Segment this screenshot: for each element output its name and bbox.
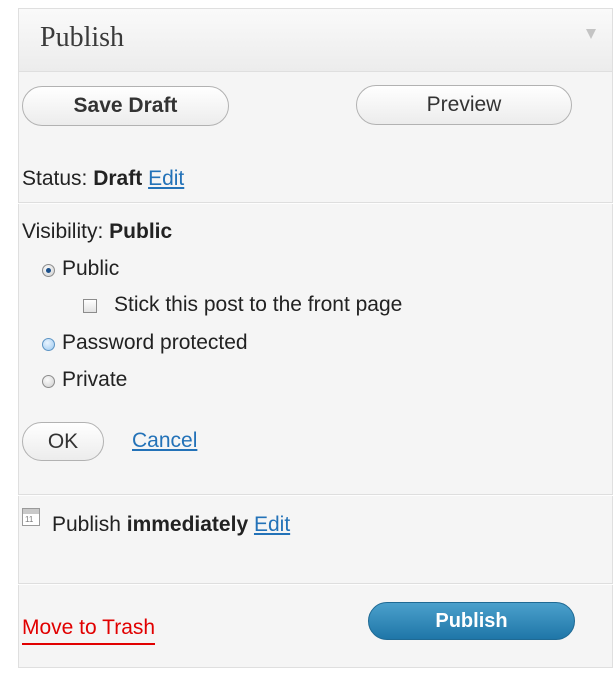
visibility-value: Public — [109, 220, 173, 243]
save-draft-button[interactable]: Save Draft — [22, 86, 229, 126]
radio-private-label: Private — [62, 368, 128, 391]
divider-highlight — [18, 495, 613, 496]
divider-highlight — [18, 584, 613, 585]
sticky-checkbox[interactable] — [83, 299, 97, 313]
visibility-cancel-link[interactable]: Cancel — [132, 429, 197, 453]
radio-public[interactable] — [42, 264, 55, 277]
visibility-ok-button[interactable]: OK — [22, 422, 104, 461]
publish-button[interactable]: Publish — [368, 602, 575, 640]
status-label: Status: — [22, 167, 88, 190]
publish-box-title: Publish — [40, 22, 125, 53]
radio-public-label: Public — [62, 257, 120, 280]
calendar-icon: 11 — [22, 508, 40, 526]
divider-highlight — [18, 203, 613, 204]
radio-password-protected[interactable] — [42, 338, 55, 351]
status-row: Status: Draft Edit — [22, 167, 184, 191]
calendar-day: 11 — [25, 515, 34, 524]
sticky-label: Stick this post to the front page — [114, 293, 403, 316]
collapse-arrow-icon[interactable] — [586, 29, 596, 39]
preview-button[interactable]: Preview — [356, 85, 572, 125]
radio-private[interactable] — [42, 375, 55, 388]
radio-password-protected-label: Password protected — [62, 331, 248, 354]
status-value: Draft — [93, 167, 143, 190]
move-to-trash-link[interactable]: Move to Trash — [22, 616, 156, 645]
visibility-row: Visibility: Public — [22, 220, 172, 244]
visibility-label: Visibility: — [22, 220, 104, 243]
schedule-row: Publish immediately Edit — [52, 513, 290, 537]
status-edit-link[interactable]: Edit — [148, 167, 184, 190]
schedule-label: Publish — [52, 513, 121, 536]
schedule-edit-link[interactable]: Edit — [254, 513, 290, 536]
schedule-value: immediately — [126, 513, 249, 536]
publish-box-header[interactable]: Publish — [19, 9, 612, 72]
